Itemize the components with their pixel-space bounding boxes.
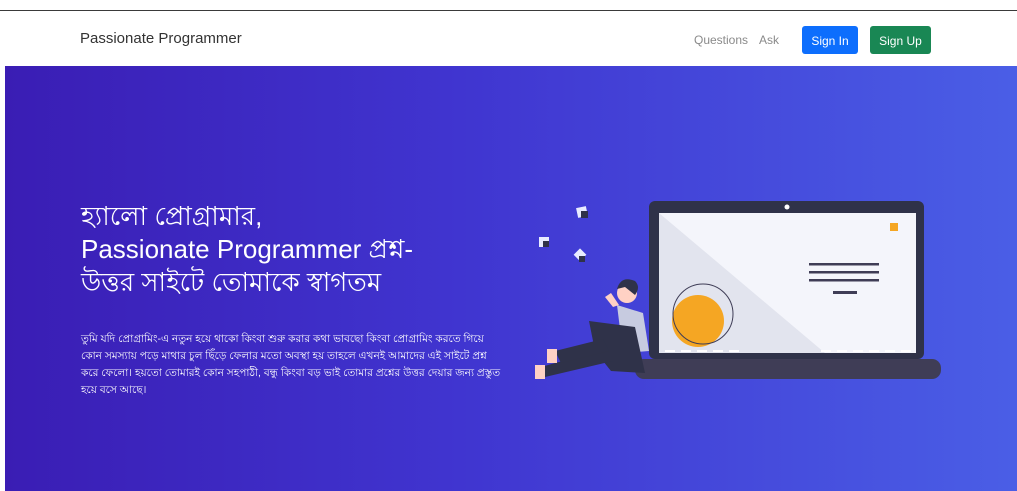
navbar: Passionate Programmer Questions Ask Sign… — [0, 11, 1017, 66]
person-icon — [535, 279, 649, 379]
laptop-icon — [635, 201, 941, 379]
hero-title-line: Passionate Programmer প্রশ্ন- — [81, 234, 413, 264]
nav-link-questions[interactable]: Questions — [694, 33, 748, 47]
hero-description: তুমি যদি প্রোগ্রামিং-এ নতুন হয়ে থাকো কি… — [81, 333, 501, 396]
sign-in-button[interactable]: Sign In — [802, 26, 858, 54]
sign-up-button[interactable]: Sign Up — [870, 26, 931, 54]
nav-link-ask[interactable]: Ask — [759, 33, 779, 47]
hero-title-line: হ্যালো প্রোগ্রামার, — [81, 201, 263, 231]
hero-title-line: উত্তর সাইটে তোমাকে স্বাগতম — [81, 267, 382, 297]
hero-section: হ্যালো প্রোগ্রামার, Passionate Programme… — [5, 66, 1017, 491]
floating-squares-icon — [539, 206, 588, 262]
programmer-laptop-illustration — [535, 201, 941, 379]
hero-title: হ্যালো প্রোগ্রামার, Passionate Programme… — [81, 200, 521, 299]
brand-logo-text[interactable]: Passionate Programmer — [80, 30, 242, 47]
